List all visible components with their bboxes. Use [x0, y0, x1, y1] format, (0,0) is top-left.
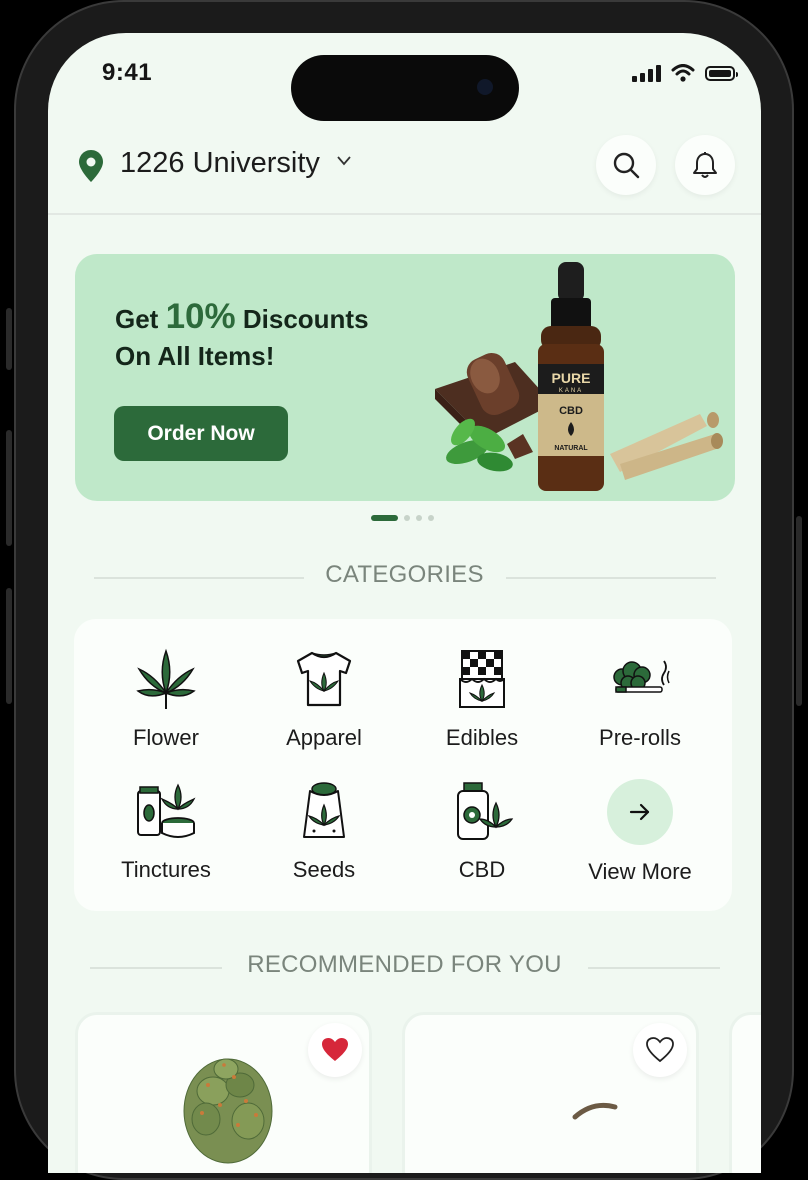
- side-button: [796, 516, 802, 706]
- category-tinctures[interactable]: Tinctures: [91, 779, 241, 883]
- divider-line: [506, 577, 716, 579]
- favorite-button[interactable]: [308, 1023, 362, 1077]
- category-label: Apparel: [286, 725, 362, 750]
- location-label[interactable]: 1226 University: [120, 147, 320, 180]
- view-more-button[interactable]: [607, 779, 673, 845]
- front-camera: [477, 79, 493, 95]
- tincture-bottle-icon: [137, 783, 196, 838]
- category-seeds[interactable]: Seeds: [249, 779, 399, 883]
- recommended-heading: RECOMMENDED FOR YOU: [247, 951, 562, 978]
- category-label: Tinctures: [121, 857, 211, 882]
- product-variant-text: NATURAL: [554, 445, 588, 452]
- divider-line: [588, 967, 720, 969]
- category-label: CBD: [458, 857, 506, 882]
- carousel-dot[interactable]: [428, 515, 434, 521]
- categories-card: Flower Apparel Edibles Pre-rolls Tinctur…: [74, 619, 732, 911]
- side-button: [6, 308, 12, 370]
- banner-headline: Get 10% Discounts On All Items!: [115, 297, 369, 371]
- order-now-button[interactable]: Order Now: [114, 406, 288, 461]
- dynamic-island: [291, 55, 519, 121]
- arrow-right-icon: [629, 803, 650, 821]
- category-view-more[interactable]: View More: [565, 779, 715, 885]
- search-icon: [613, 152, 640, 179]
- chevron-down-icon[interactable]: [336, 155, 352, 167]
- product-card[interactable]: [729, 1012, 761, 1173]
- category-edibles[interactable]: Edibles: [407, 647, 557, 751]
- category-label: Flower: [132, 725, 199, 750]
- cbd-product-illustration: PURE KANA CBD NATURAL: [435, 262, 723, 491]
- product-brand-text: PURE: [552, 370, 591, 386]
- heart-outline-icon: [646, 1037, 674, 1063]
- search-button[interactable]: [596, 135, 656, 195]
- categories-heading: CATEGORIES: [325, 561, 484, 588]
- cannabis-leaf-icon: [136, 648, 196, 709]
- product-card[interactable]: [402, 1012, 699, 1173]
- signal-icon: [632, 64, 661, 82]
- location-pin-icon[interactable]: [78, 149, 104, 183]
- seed-bag-icon: [303, 782, 345, 838]
- promo-banner[interactable]: Get 10% Discounts On All Items! Order No…: [75, 254, 735, 501]
- app-header: 1226 University: [48, 133, 761, 215]
- category-label: Pre-rolls: [599, 725, 681, 750]
- product-subbrand-text: KANA: [559, 388, 583, 394]
- favorite-button[interactable]: [633, 1023, 687, 1077]
- discount-highlight: 10%: [165, 297, 236, 336]
- product-name-text: CBD: [559, 405, 583, 417]
- category-pre-rolls[interactable]: Pre-rolls: [565, 647, 715, 751]
- status-time: 9:41: [102, 59, 153, 86]
- product-card[interactable]: [75, 1012, 372, 1173]
- battery-icon: [705, 65, 738, 81]
- notifications-button[interactable]: [675, 135, 735, 195]
- app-screen: 9:41 1226 University Get 10% Discounts O…: [48, 33, 761, 1173]
- side-button: [6, 430, 12, 546]
- wifi-icon: [671, 64, 695, 82]
- status-icons: [632, 63, 738, 83]
- chocolate-bar-icon: [459, 650, 505, 708]
- carousel-indicator[interactable]: [371, 515, 434, 521]
- product-image: [572, 1102, 618, 1120]
- carousel-dot[interactable]: [404, 515, 410, 521]
- bell-icon: [693, 152, 717, 178]
- pre-roll-icon: [613, 660, 670, 693]
- category-flower[interactable]: Flower: [91, 647, 241, 751]
- tshirt-icon: [296, 651, 352, 707]
- category-cbd[interactable]: CBD: [407, 779, 557, 883]
- category-apparel[interactable]: Apparel: [249, 647, 399, 751]
- cbd-jar-icon: [457, 782, 514, 840]
- category-label: View More: [588, 859, 692, 884]
- side-button: [6, 588, 12, 704]
- product-image: [183, 1058, 273, 1164]
- heart-filled-icon: [322, 1038, 348, 1061]
- category-label: Edibles: [445, 725, 519, 750]
- carousel-dot[interactable]: [416, 515, 422, 521]
- category-label: Seeds: [292, 857, 356, 882]
- carousel-dot-active[interactable]: [371, 515, 398, 521]
